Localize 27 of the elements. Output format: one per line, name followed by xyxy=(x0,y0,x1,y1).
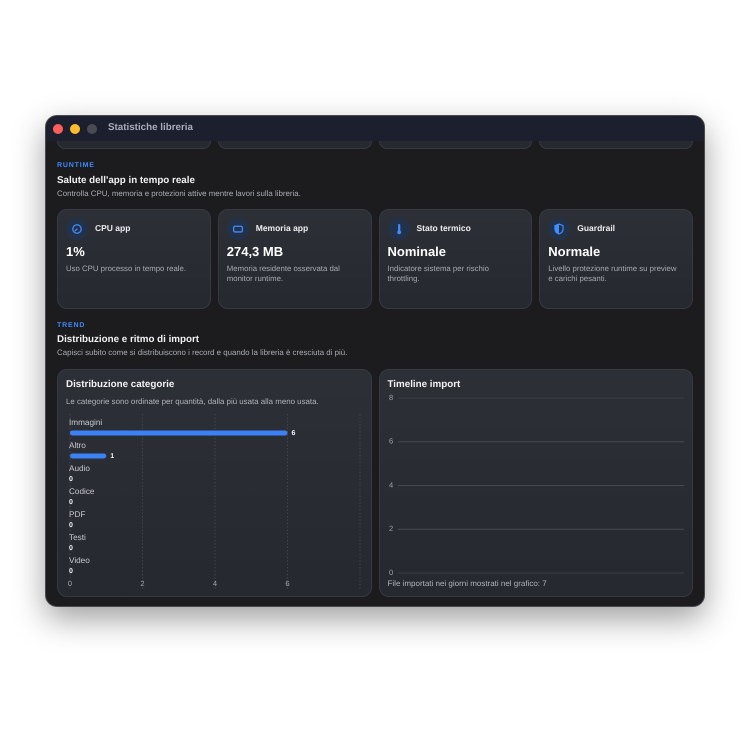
section-title: Distribuzione e ritmo di import xyxy=(57,333,200,346)
shield-icon xyxy=(548,218,570,240)
card-title: CPU app xyxy=(95,223,130,234)
category-label: Codice xyxy=(69,486,94,496)
card-value: Normale xyxy=(548,244,602,260)
category-label: Altro xyxy=(69,440,86,450)
bar xyxy=(70,453,106,458)
section-title: Salute dell'app in tempo reale xyxy=(57,174,196,186)
category-label: Testi xyxy=(69,532,86,542)
card-title: Stato termico xyxy=(416,223,471,234)
window-title: Statistiche libreria xyxy=(108,121,193,136)
close-button[interactable] xyxy=(53,124,63,134)
category-label: Immagini xyxy=(69,418,102,427)
card-title: Memoria app xyxy=(256,223,308,234)
category-label: Video xyxy=(69,556,90,565)
card-title: Guardrail xyxy=(577,223,616,234)
card-value: 1% xyxy=(66,244,86,260)
minimize-button[interactable] xyxy=(70,124,80,134)
chart-title: Distribuzione categorie xyxy=(66,378,176,391)
thermometer-icon xyxy=(388,218,410,240)
gauge-icon xyxy=(66,218,88,240)
chart-title: Timeline import xyxy=(388,378,462,391)
card-value: Nominale xyxy=(388,244,448,260)
card-value: 274,3 MB xyxy=(226,244,284,260)
category-label: Audio xyxy=(69,464,90,473)
chart-footer: File importati nei giorni mostrati nel grafico: 7 xyxy=(388,578,684,588)
category-label: PDF xyxy=(69,510,86,519)
